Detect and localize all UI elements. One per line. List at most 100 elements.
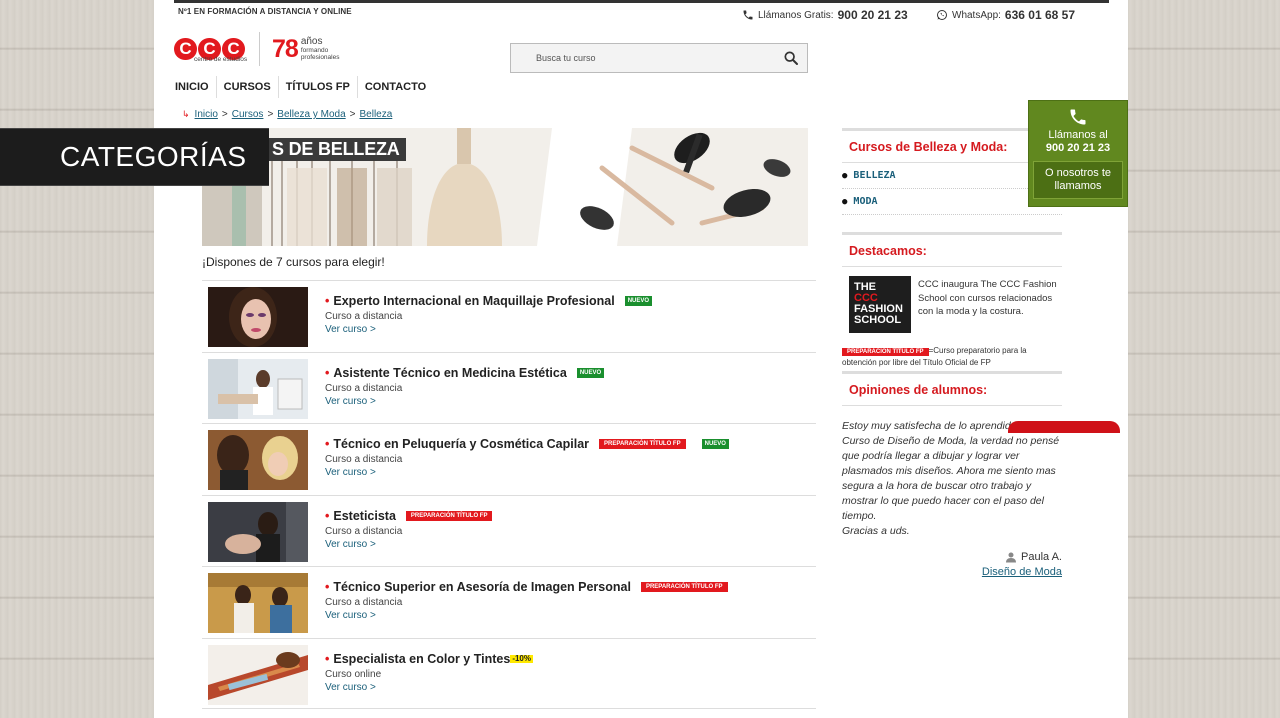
course-title: Asistente Técnico en Medicina Estética bbox=[333, 365, 567, 380]
course-row[interactable]: • Técnico Superior en Asesoría de Imagen… bbox=[202, 566, 816, 638]
new-badge: NUEVO bbox=[576, 367, 605, 378]
phone-number: 900 20 21 23 bbox=[837, 8, 908, 22]
search-input[interactable] bbox=[511, 44, 771, 72]
header-phone[interactable]: Llámanos Gratis: 900 20 21 23 bbox=[742, 8, 908, 22]
new-badge: NUEVO bbox=[701, 439, 729, 449]
chat-tab[interactable] bbox=[1008, 421, 1120, 433]
breadcrumb-separator: > bbox=[349, 109, 356, 120]
course-title: Experto Internacional en Maquillaje Prof… bbox=[333, 294, 615, 308]
opinions-heading: Opiniones de alumnos: bbox=[842, 371, 1062, 406]
years-text: años formando profesionales bbox=[300, 36, 340, 62]
category-label: MODA bbox=[853, 196, 878, 207]
course-mode: Curso a distancia bbox=[325, 382, 403, 394]
fp-badge: PREPARACIÓN TÍTULO FP bbox=[599, 439, 686, 449]
course-row[interactable]: • Experto Internacional en Maquillaje Pr… bbox=[202, 280, 816, 352]
course-thumbnail[interactable] bbox=[208, 644, 308, 705]
course-mode: Curso a distancia bbox=[325, 525, 403, 537]
course-title: Técnico en Peluquería y Cosmética Capila… bbox=[333, 437, 590, 451]
featured-text: CCC inaugura The CCC Fashion School con … bbox=[918, 279, 1057, 317]
bullet-icon: • bbox=[325, 294, 330, 308]
course-thumbnail[interactable] bbox=[208, 573, 308, 633]
call-label: Llámanos al bbox=[1048, 129, 1108, 141]
course-title-link[interactable]: • Técnico Superior en Asesoría de Imagen… bbox=[325, 580, 728, 594]
course-thumbnail[interactable] bbox=[208, 358, 308, 419]
bullet-icon: • bbox=[325, 437, 330, 451]
site-logo[interactable]: C C C centro de estudios 78 años formand… bbox=[174, 32, 339, 66]
breadcrumb-arrow-icon: ↳ bbox=[182, 109, 190, 119]
testimonial-closing: Gracias a uds. bbox=[842, 525, 910, 537]
course-thumbnail[interactable] bbox=[208, 287, 308, 347]
bullet-icon: • bbox=[325, 651, 330, 666]
bullet-icon: • bbox=[325, 508, 330, 523]
user-icon bbox=[1006, 552, 1017, 563]
nav-item-inicio[interactable]: INICIO bbox=[168, 76, 217, 98]
bullet-icon: • bbox=[325, 365, 330, 380]
view-course-link[interactable]: Ver curso > bbox=[325, 610, 728, 621]
testimonial-author: Paula A. bbox=[842, 551, 1062, 563]
featured-item[interactable]: THE CCC FASHION SCHOOL CCC inaugura The … bbox=[842, 267, 1062, 341]
view-course-link[interactable]: Ver curso > bbox=[325, 682, 533, 693]
course-mode: Curso online bbox=[325, 668, 382, 680]
course-info: • Técnico en Peluquería y Cosmética Capi… bbox=[325, 437, 729, 478]
course-info: • Asistente Técnico en Medicina Estética… bbox=[325, 365, 605, 407]
years-line2: profesionales bbox=[300, 54, 340, 61]
course-row[interactable]: • Especialista en Color y Tintes -10% Cu… bbox=[202, 637, 816, 709]
bullet-icon: ● bbox=[842, 196, 848, 207]
main-nav: INICIO CURSOS TÍTULOS FP CONTACTO bbox=[168, 76, 433, 98]
course-title-link[interactable]: • Esteticista PREPARACIÓN TÍTULO FP bbox=[325, 508, 493, 523]
whatsapp-icon bbox=[937, 10, 947, 20]
call-number[interactable]: 900 20 21 23 bbox=[1029, 142, 1127, 155]
view-course-link[interactable]: Ver curso > bbox=[325, 324, 652, 335]
new-badge: NUEVO bbox=[624, 296, 653, 306]
breadcrumb-separator: > bbox=[267, 109, 274, 120]
years-line1: formando bbox=[300, 47, 329, 54]
course-title: Técnico Superior en Asesoría de Imagen P… bbox=[333, 580, 631, 594]
logo-line: SCHOOL bbox=[854, 314, 902, 326]
course-row[interactable]: • Esteticista PREPARACIÓN TÍTULO FP Curs… bbox=[202, 494, 816, 567]
course-title-link[interactable]: • Experto Internacional en Maquillaje Pr… bbox=[325, 294, 653, 308]
breadcrumb-link[interactable]: Belleza bbox=[360, 109, 393, 120]
whatsapp-number: 636 01 68 57 bbox=[1004, 8, 1075, 22]
course-row[interactable]: • Técnico en Peluquería y Cosmética Capi… bbox=[202, 423, 816, 495]
course-title: Especialista en Color y Tintes bbox=[333, 651, 511, 666]
author-course-link[interactable]: Diseño de Moda bbox=[842, 566, 1062, 578]
breadcrumb-link[interactable]: Cursos bbox=[232, 109, 264, 120]
years-word: años bbox=[300, 36, 323, 47]
view-course-link[interactable]: Ver curso > bbox=[325, 467, 729, 478]
phone-icon bbox=[1070, 109, 1086, 125]
callback-button[interactable]: O nosotros te llamamos bbox=[1033, 161, 1123, 199]
nav-item-titulos-fp[interactable]: TÍTULOS FP bbox=[279, 76, 358, 98]
search-icon[interactable] bbox=[783, 50, 799, 66]
course-title-link[interactable]: • Asistente Técnico en Medicina Estética… bbox=[325, 365, 605, 380]
course-mode: Curso a distancia bbox=[325, 597, 403, 608]
call-widget: Llámanos al 900 20 21 23 O nosotros te l… bbox=[1028, 100, 1128, 207]
breadcrumb-separator: > bbox=[221, 109, 228, 120]
featured-heading: Destacamos: bbox=[842, 232, 1062, 267]
course-list: • Experto Internacional en Maquillaje Pr… bbox=[202, 280, 816, 709]
course-title-link[interactable]: • Especialista en Color y Tintes -10% bbox=[325, 652, 533, 666]
course-info: • Esteticista PREPARACIÓN TÍTULO FP Curs… bbox=[325, 508, 493, 550]
years-badge: 78 años formando profesionales bbox=[272, 35, 339, 64]
breadcrumb-link[interactable]: Belleza y Moda bbox=[277, 109, 345, 120]
view-course-link[interactable]: Ver curso > bbox=[325, 539, 492, 550]
view-course-link[interactable]: Ver curso > bbox=[325, 396, 604, 407]
course-mode: Curso a distancia bbox=[325, 454, 403, 465]
header-whatsapp[interactable]: WhatsApp: 636 01 68 57 bbox=[936, 8, 1075, 22]
bullet-icon: • bbox=[325, 580, 330, 594]
course-info: • Especialista en Color y Tintes -10% Cu… bbox=[325, 652, 533, 693]
breadcrumb-link[interactable]: Inicio bbox=[195, 109, 218, 120]
banner-title: S DE BELLEZA bbox=[266, 138, 406, 161]
category-label: BELLEZA bbox=[853, 170, 896, 181]
course-thumbnail[interactable] bbox=[208, 501, 308, 562]
discount-badge: -10% bbox=[510, 653, 533, 663]
fp-badge: PREPARACIÓN TÍTULO FP bbox=[640, 582, 728, 592]
course-thumbnail[interactable] bbox=[208, 430, 308, 490]
nav-item-cursos[interactable]: CURSOS bbox=[217, 76, 279, 98]
years-number: 78 bbox=[272, 34, 299, 63]
categories-overlay: CATEGORÍAS bbox=[0, 128, 269, 186]
nav-item-contacto[interactable]: CONTACTO bbox=[358, 76, 433, 98]
course-title-link[interactable]: • Técnico en Peluquería y Cosmética Capi… bbox=[325, 437, 729, 451]
course-row[interactable]: • Asistente Técnico en Medicina Estética… bbox=[202, 351, 816, 424]
fashion-school-logo: THE CCC FASHION SCHOOL bbox=[849, 276, 911, 333]
search-box bbox=[510, 43, 808, 73]
